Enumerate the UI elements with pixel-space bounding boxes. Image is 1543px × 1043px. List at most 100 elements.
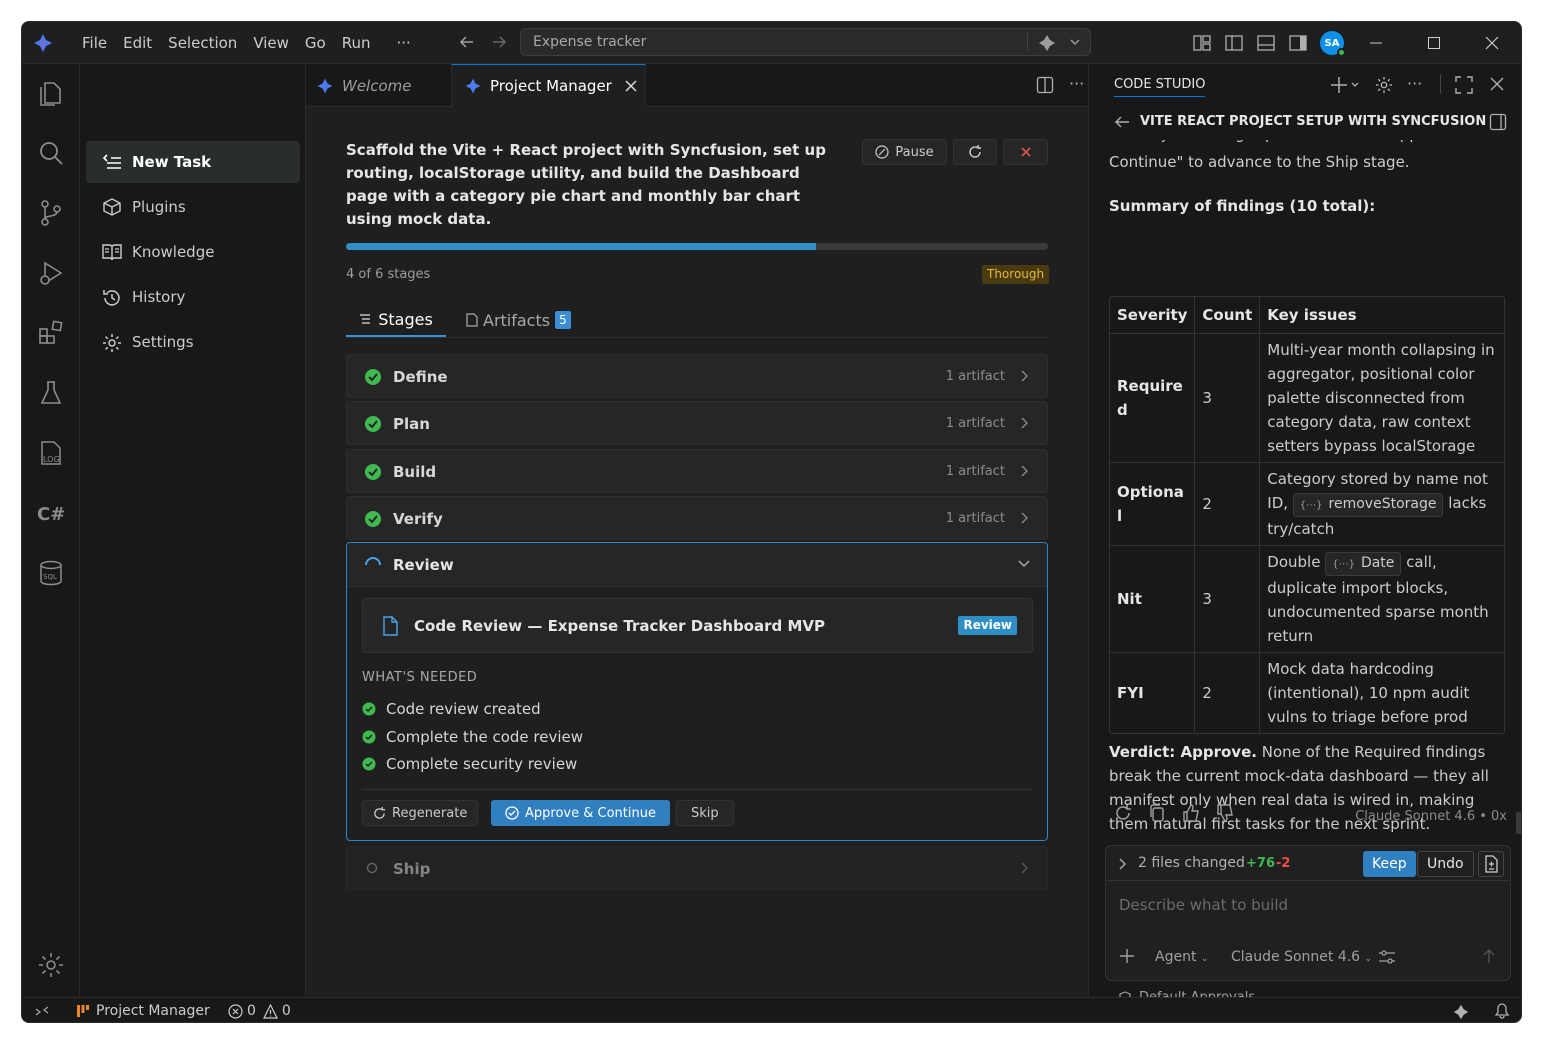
close-panel-icon[interactable]: [1490, 77, 1504, 91]
sidebar-item-plugins[interactable]: Plugins: [86, 186, 300, 228]
thumbs-down-icon[interactable]: [1216, 804, 1234, 822]
table-header-row: Severity Count Key issues: [1110, 297, 1504, 334]
search-icon[interactable]: [36, 138, 66, 168]
sidebar-item-history[interactable]: History: [86, 276, 300, 318]
response-actions: [1114, 804, 1234, 822]
avatar-initials: SA: [1324, 37, 1340, 49]
thumbs-up-icon[interactable]: [1182, 804, 1200, 822]
toggle-primary-sidebar-icon[interactable]: [1224, 33, 1244, 53]
command-center-search[interactable]: Expense tracker: [520, 28, 1091, 56]
files-changed-label[interactable]: 2 files changed: [1138, 855, 1245, 871]
problems-indicator[interactable]: 0 0: [228, 1003, 291, 1019]
status-project-manager[interactable]: Project Manager: [76, 1003, 210, 1019]
tab-project-manager[interactable]: Project Manager: [451, 64, 646, 107]
menu-more[interactable]: ···: [389, 34, 419, 52]
toggle-panel-icon[interactable]: [1256, 33, 1276, 53]
code-studio-title[interactable]: CODE STUDIO: [1114, 77, 1206, 97]
files-icon[interactable]: [36, 78, 66, 108]
sidebar-item-settings[interactable]: Settings: [86, 321, 300, 363]
menu-view[interactable]: View: [245, 34, 297, 52]
csharp-icon[interactable]: C#: [36, 498, 66, 528]
inline-code[interactable]: {⋯} Date: [1325, 552, 1402, 576]
stage-verify[interactable]: Verify 1 artifact: [346, 496, 1048, 540]
agent-mode-select[interactable]: Agent ⌄: [1155, 949, 1208, 965]
table-row: Nit 3 Double {⋯} Date call, duplicate imp…: [1110, 546, 1504, 653]
tools-settings-icon[interactable]: [1378, 949, 1396, 965]
review-diff-icon[interactable]: [1478, 851, 1504, 877]
scrollbar-thumb[interactable]: [1516, 812, 1521, 834]
stage-plan[interactable]: Plan 1 artifact: [346, 401, 1048, 445]
sidebar-item-knowledge[interactable]: Knowledge: [86, 231, 300, 273]
regenerate-button[interactable]: Regenerate: [362, 800, 479, 826]
back-arrow-icon[interactable]: [1114, 115, 1130, 129]
svg-text:LOG: LOG: [43, 455, 60, 464]
stage-ship[interactable]: Ship: [346, 846, 1048, 890]
stage-build[interactable]: Build 1 artifact: [346, 449, 1048, 493]
menu-file[interactable]: File: [74, 34, 115, 52]
notifications-bell-icon[interactable]: [1494, 1003, 1510, 1019]
gear-icon: [102, 333, 122, 353]
cancel-task-button[interactable]: [1003, 139, 1048, 165]
pause-button[interactable]: Pause: [862, 139, 947, 165]
chevron-right-icon[interactable]: [1118, 857, 1128, 871]
more-actions-icon[interactable]: ···: [1069, 74, 1084, 93]
maximize-panel-icon[interactable]: [1455, 76, 1473, 94]
restart-button[interactable]: [953, 139, 997, 165]
tab-artifacts[interactable]: Artifacts 5: [466, 303, 571, 337]
back-arrow-icon[interactable]: [458, 33, 476, 51]
toggle-sessions-icon[interactable]: [1489, 113, 1507, 131]
error-icon: [228, 1003, 243, 1019]
copy-icon[interactable]: [1148, 804, 1166, 822]
menu-run[interactable]: Run: [334, 34, 379, 52]
keep-button[interactable]: Keep: [1363, 851, 1416, 877]
toggle-secondary-sidebar-icon[interactable]: [1288, 33, 1308, 53]
sql-database-icon[interactable]: SQL: [36, 558, 66, 588]
approve-continue-button[interactable]: Approve & Continue: [491, 800, 670, 826]
stage-define[interactable]: Define 1 artifact: [346, 354, 1048, 398]
close-window-button[interactable]: [1463, 22, 1521, 64]
stage-artifact-count: 1 artifact: [945, 464, 1005, 479]
chat-input[interactable]: Describe what to build: [1119, 896, 1288, 914]
stage-review-header[interactable]: Review: [347, 543, 1047, 587]
avatar[interactable]: SA: [1320, 31, 1346, 57]
check-circle-icon: [362, 730, 376, 744]
tab-welcome[interactable]: Welcome: [306, 64, 451, 107]
gear-icon[interactable]: [1375, 76, 1393, 94]
send-arrow-icon[interactable]: [1482, 948, 1496, 964]
testing-icon[interactable]: [36, 378, 66, 408]
source-control-icon[interactable]: [36, 198, 66, 228]
stage-count: 4 of 6 stages: [346, 267, 431, 282]
menu-selection[interactable]: Selection: [160, 34, 245, 52]
extensions-icon[interactable]: [36, 318, 66, 348]
retry-icon[interactable]: [1114, 804, 1132, 822]
minimize-button[interactable]: [1347, 22, 1405, 64]
forward-arrow-icon[interactable]: [490, 33, 508, 51]
undo-button[interactable]: Undo: [1417, 851, 1474, 877]
whats-needed-heading: WHAT'S NEEDED: [362, 670, 478, 685]
add-context-icon[interactable]: [1119, 948, 1135, 964]
table-header: Count: [1195, 297, 1261, 334]
customize-layout-icon[interactable]: [1192, 33, 1212, 53]
sidebar-item-label: New Task: [132, 153, 212, 171]
inline-code[interactable]: {⋯} removeStorage: [1292, 493, 1444, 517]
sidebar-item-new-task[interactable]: New Task: [86, 141, 300, 183]
more-actions-icon[interactable]: ···: [1407, 74, 1422, 93]
spinner-icon: [363, 555, 383, 575]
close-tab-icon[interactable]: [624, 79, 638, 93]
copilot-status-icon[interactable]: [1452, 1003, 1470, 1021]
tab-stages[interactable]: Stages: [346, 303, 446, 337]
new-chat-icon[interactable]: [1331, 76, 1361, 94]
copilot-icon[interactable]: [1037, 33, 1057, 53]
menu-edit[interactable]: Edit: [115, 34, 160, 52]
log-icon[interactable]: LOG: [36, 438, 66, 468]
maximize-button[interactable]: [1405, 22, 1463, 64]
remote-icon[interactable]: [34, 1003, 50, 1019]
artifact-card[interactable]: Code Review — Expense Tracker Dashboard …: [362, 598, 1033, 653]
model-select[interactable]: Claude Sonnet 4.6 ⌄: [1231, 949, 1372, 965]
skip-button[interactable]: Skip: [676, 800, 734, 826]
menu-go[interactable]: Go: [297, 34, 334, 52]
chevron-down-icon[interactable]: [1069, 36, 1081, 48]
run-debug-icon[interactable]: [36, 258, 66, 288]
split-editor-icon[interactable]: [1036, 76, 1054, 94]
settings-gear-icon[interactable]: [36, 950, 66, 980]
